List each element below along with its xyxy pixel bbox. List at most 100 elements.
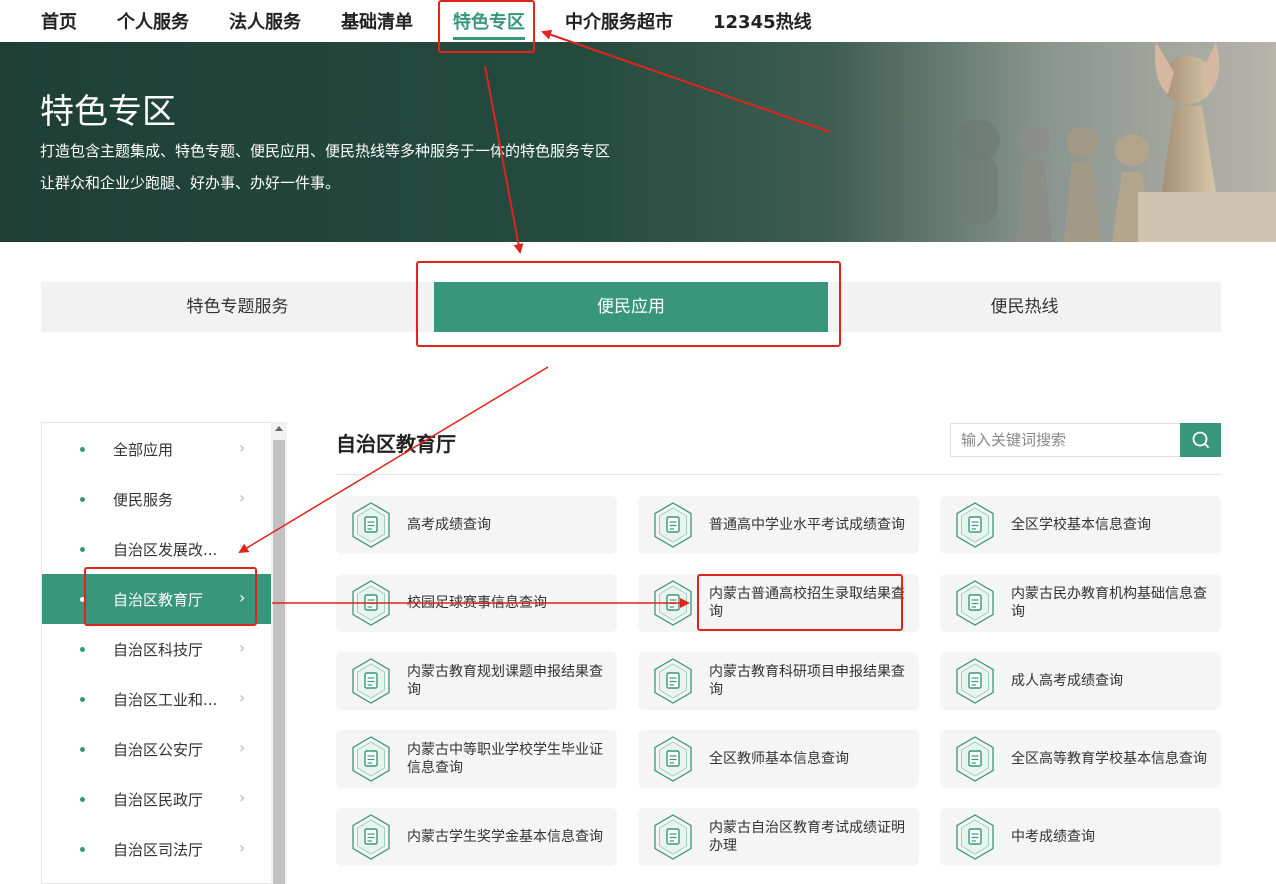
- app-card-label: 内蒙古自治区教育考试成绩证明办理: [709, 820, 905, 854]
- search-input[interactable]: [951, 424, 1181, 456]
- scrollbar-thumb[interactable]: [273, 440, 285, 884]
- app-card[interactable]: 全区高等教育学校基本信息查询: [940, 730, 1221, 788]
- document-edit-icon: [654, 502, 692, 548]
- app-card[interactable]: 内蒙古民办教育机构基础信息查询: [940, 574, 1221, 632]
- app-card-label: 内蒙古民办教育机构基础信息查询: [1011, 586, 1207, 620]
- sidebar-item-civil-affairs[interactable]: 自治区民政厅 ›: [42, 774, 273, 824]
- university-icon: [956, 736, 994, 782]
- search-box: [950, 423, 1221, 457]
- app-card-label: 内蒙古学生奖学金基本信息查询: [407, 829, 603, 845]
- bullet-dot: [80, 647, 85, 652]
- chevron-right-icon: ›: [239, 638, 246, 657]
- chevron-right-icon: ›: [239, 538, 246, 557]
- app-card[interactable]: 内蒙古教育规划课题申报结果查询: [336, 652, 617, 710]
- app-card[interactable]: 成人高考成绩查询: [940, 652, 1221, 710]
- chevron-right-icon: ›: [239, 438, 246, 457]
- chevron-right-icon: ›: [239, 688, 246, 707]
- bullet-dot: [80, 847, 85, 852]
- sidebar-item-label: 便民服务: [113, 491, 174, 509]
- sidebar-item-science-tech[interactable]: 自治区科技厅 ›: [42, 624, 273, 674]
- app-card-label: 全区教师基本信息查询: [709, 751, 849, 767]
- sidebar-item-label: 自治区公安厅: [113, 741, 204, 759]
- sidebar-item-label: 自治区工业和...: [113, 691, 218, 709]
- bullet-dot: [80, 747, 85, 752]
- sidebar-item-development-reform[interactable]: 自治区发展改... ›: [42, 524, 273, 574]
- app-card-label: 内蒙古中等职业学校学生毕业证信息查询: [407, 742, 603, 776]
- app-card[interactable]: 内蒙古教育科研项目申报结果查询: [638, 652, 919, 710]
- chevron-right-icon: ›: [239, 588, 246, 607]
- app-card[interactable]: 内蒙古学生奖学金基本信息查询: [336, 808, 617, 866]
- nav-featured-zone[interactable]: 特色专区: [453, 8, 525, 34]
- banner-description: 打造包含主题集成、特色专题、便民应用、便民热线等多种服务于一体的特色服务专区: [40, 142, 611, 160]
- search-icon: [1192, 431, 1209, 448]
- sidebar-item-justice[interactable]: 自治区司法厅 ›: [42, 824, 273, 874]
- nav-active-underline: [453, 37, 525, 40]
- chevron-right-icon: ›: [239, 488, 246, 507]
- sidebar-item-label: 自治区司法厅: [113, 841, 204, 859]
- nav-personal-services[interactable]: 个人服务: [117, 8, 189, 34]
- chevron-right-icon: ›: [239, 738, 246, 757]
- banner-title: 特色专区: [40, 92, 176, 132]
- nav-intermediary-market[interactable]: 中介服务超市: [565, 8, 673, 34]
- app-card[interactable]: 内蒙古自治区教育考试成绩证明办理: [638, 808, 919, 866]
- tab-featured-topics[interactable]: 特色专题服务: [41, 282, 434, 332]
- certificate-icon: [654, 814, 692, 860]
- hero-banner: 特色专区 打造包含主题集成、特色专题、便民应用、便民热线等多种服务于一体的特色服…: [0, 42, 1276, 242]
- app-card-label: 内蒙古普通高校招生录取结果查询: [709, 586, 905, 620]
- app-card[interactable]: 全区学校基本信息查询: [940, 496, 1221, 554]
- search-button[interactable]: [1180, 423, 1221, 457]
- nav-legal-entity-services[interactable]: 法人服务: [229, 8, 301, 34]
- chevron-right-icon: ›: [239, 788, 246, 807]
- app-card-label: 内蒙古教育规划课题申报结果查询: [407, 664, 603, 698]
- app-card[interactable]: 中考成绩查询: [940, 808, 1221, 866]
- institution-icon: [956, 580, 994, 626]
- bullet-dot: [80, 797, 85, 802]
- tab-convenience-hotline[interactable]: 便民热线: [828, 282, 1221, 332]
- app-card-label: 中考成绩查询: [1011, 829, 1095, 845]
- app-card[interactable]: 全区教师基本信息查询: [638, 730, 919, 788]
- chevron-right-icon: ›: [239, 838, 246, 857]
- sidebar-item-all-apps[interactable]: 全部应用 ›: [42, 424, 273, 474]
- wooden-figures-illustration: [956, 42, 1276, 242]
- scroll-up-arrow-icon[interactable]: [275, 426, 283, 431]
- top-nav: 首页 个人服务 法人服务 基础清单 特色专区 中介服务超市 12345热线: [0, 0, 1276, 42]
- sidebar-item-convenience-services[interactable]: 便民服务 ›: [42, 474, 273, 524]
- sidebar-item-label: 自治区民政厅: [113, 791, 204, 809]
- app-card-label: 高考成绩查询: [407, 517, 491, 533]
- app-card-label: 普通高中学业水平考试成绩查询: [709, 517, 905, 533]
- bullet-dot: [80, 447, 85, 452]
- sidebar-scrollbar[interactable]: [271, 422, 287, 884]
- sidebar-item-label: 自治区科技厅: [113, 641, 204, 659]
- app-card-label: 全区高等教育学校基本信息查询: [1011, 751, 1207, 767]
- app-card[interactable]: 内蒙古中等职业学校学生毕业证信息查询: [336, 730, 617, 788]
- sidebar-item-industry-it[interactable]: 自治区工业和... ›: [42, 674, 273, 724]
- admission-search-icon: [654, 580, 692, 626]
- sidebar-item-education[interactable]: 自治区教育厅 ›: [42, 574, 273, 624]
- sidebar-item-label: 自治区发展改...: [113, 541, 218, 559]
- app-card[interactable]: 校园足球赛事信息查询: [336, 574, 617, 632]
- bullet-dot: [80, 597, 85, 602]
- sidebar-item-label: 自治区教育厅: [113, 591, 204, 609]
- app-card-label: 全区学校基本信息查询: [1011, 517, 1151, 533]
- app-card[interactable]: 高考成绩查询: [336, 496, 617, 554]
- tab-convenience-apps[interactable]: 便民应用: [434, 282, 828, 332]
- research-icon: [654, 658, 692, 704]
- adult-exam-icon: [956, 658, 994, 704]
- sidebar-item-label: 全部应用: [113, 441, 174, 459]
- app-card[interactable]: 内蒙古普通高校招生录取结果查询: [638, 574, 919, 632]
- nav-home[interactable]: 首页: [41, 8, 77, 34]
- diploma-icon: [352, 736, 390, 782]
- category-tabs: 特色专题服务 便民应用 便民热线: [41, 282, 1221, 332]
- department-title: 自治区教育厅: [336, 432, 456, 456]
- app-card-label: 校园足球赛事信息查询: [407, 595, 547, 611]
- report-icon: [352, 658, 390, 704]
- nav-hotline[interactable]: 12345热线: [713, 8, 812, 34]
- bullet-dot: [80, 697, 85, 702]
- nav-basic-list[interactable]: 基础清单: [341, 8, 413, 34]
- app-card-label: 成人高考成绩查询: [1011, 673, 1123, 689]
- header-divider: [336, 474, 1221, 475]
- app-card[interactable]: 普通高中学业水平考试成绩查询: [638, 496, 919, 554]
- bullet-dot: [80, 497, 85, 502]
- graduation-cap-icon: [956, 814, 994, 860]
- sidebar-item-public-security[interactable]: 自治区公安厅 ›: [42, 724, 273, 774]
